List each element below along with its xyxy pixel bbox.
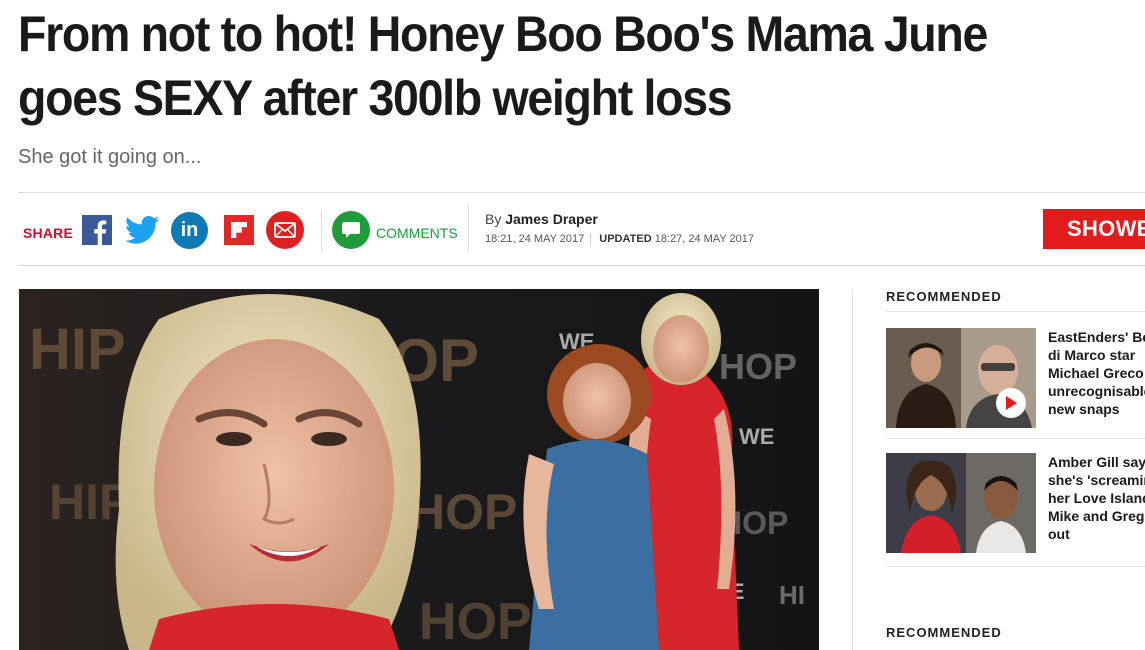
- share-bar-bottom-divider: [18, 265, 1145, 266]
- comments-button[interactable]: [332, 211, 370, 249]
- share-bar-top-divider: [18, 192, 1145, 193]
- updated-label: UPDATED: [599, 233, 652, 245]
- comment-bubble-icon: [342, 222, 360, 238]
- flipboard-share-button[interactable]: [220, 211, 258, 249]
- recommended-title[interactable]: Amber Gill says she's 'screaming' her Lo…: [1048, 453, 1145, 543]
- recommended-item-rule: [886, 438, 1145, 439]
- share-label: SHARE: [23, 225, 74, 241]
- sidebar-divider: [852, 289, 853, 650]
- recommended-heading: RECOMMENDED: [886, 289, 1002, 304]
- article-standfirst: She got it going on...: [18, 146, 202, 168]
- recommended-thumbnail: [886, 328, 1036, 428]
- linkedin-icon: in: [180, 219, 199, 241]
- recommended-heading-secondary: RECOMMENDED: [886, 625, 1002, 640]
- byline-prefix: By: [485, 211, 502, 227]
- hero-image: HIP HOP HIP HOP HOP HOP HOP HI WE WE WE: [19, 289, 819, 650]
- recommended-item[interactable]: EastEnders' Ben di Marco star Michael Gr…: [886, 328, 1145, 428]
- article-dates: 18:21, 24 MAY 2017 UPDATED 18:27, 24 MAY …: [485, 233, 754, 245]
- facebook-icon: [82, 215, 112, 245]
- recommended-item[interactable]: Amber Gill says she's 'screaming' her Lo…: [886, 453, 1145, 553]
- twitter-icon: [125, 215, 159, 244]
- video-play-button[interactable]: [996, 388, 1026, 418]
- flipboard-icon: [224, 215, 254, 245]
- linkedin-share-button[interactable]: in: [171, 212, 208, 249]
- updated-time-group: UPDATED 18:27, 24 MAY 2017: [590, 233, 754, 245]
- recommended-title[interactable]: EastEnders' Ben di Marco star Michael Gr…: [1048, 328, 1145, 418]
- svg-text:HI: HI: [779, 580, 805, 610]
- author-link[interactable]: James Draper: [505, 211, 598, 227]
- comments-link[interactable]: COMMENTS: [376, 225, 458, 241]
- email-share-button[interactable]: [266, 211, 304, 249]
- twitter-share-button[interactable]: [123, 211, 161, 249]
- play-icon: [1006, 396, 1017, 410]
- svg-text:HOP: HOP: [419, 593, 532, 650]
- recommended-heading-rule: [886, 311, 1145, 312]
- share-divider: [321, 210, 322, 252]
- published-time: 18:21, 24 MAY 2017: [485, 233, 585, 245]
- facebook-share-button[interactable]: [78, 211, 116, 249]
- svg-text:HOP: HOP: [409, 484, 517, 540]
- svg-text:HIP: HIP: [29, 317, 126, 382]
- svg-text:WE: WE: [739, 424, 774, 449]
- article-headline: From not to hot! Honey Boo Boo's Mama Ju…: [18, 6, 988, 126]
- byline: By James Draper: [485, 211, 598, 227]
- email-icon: [274, 222, 296, 238]
- section-tag-showbiz[interactable]: SHOWBIZ: [1043, 209, 1145, 249]
- byline-divider: [468, 204, 469, 252]
- updated-time: 18:27, 24 MAY 2017: [654, 233, 754, 245]
- svg-text:HOP: HOP: [719, 346, 797, 387]
- recommended-thumbnail: [886, 453, 1036, 553]
- recommended-item-rule: [886, 566, 1145, 567]
